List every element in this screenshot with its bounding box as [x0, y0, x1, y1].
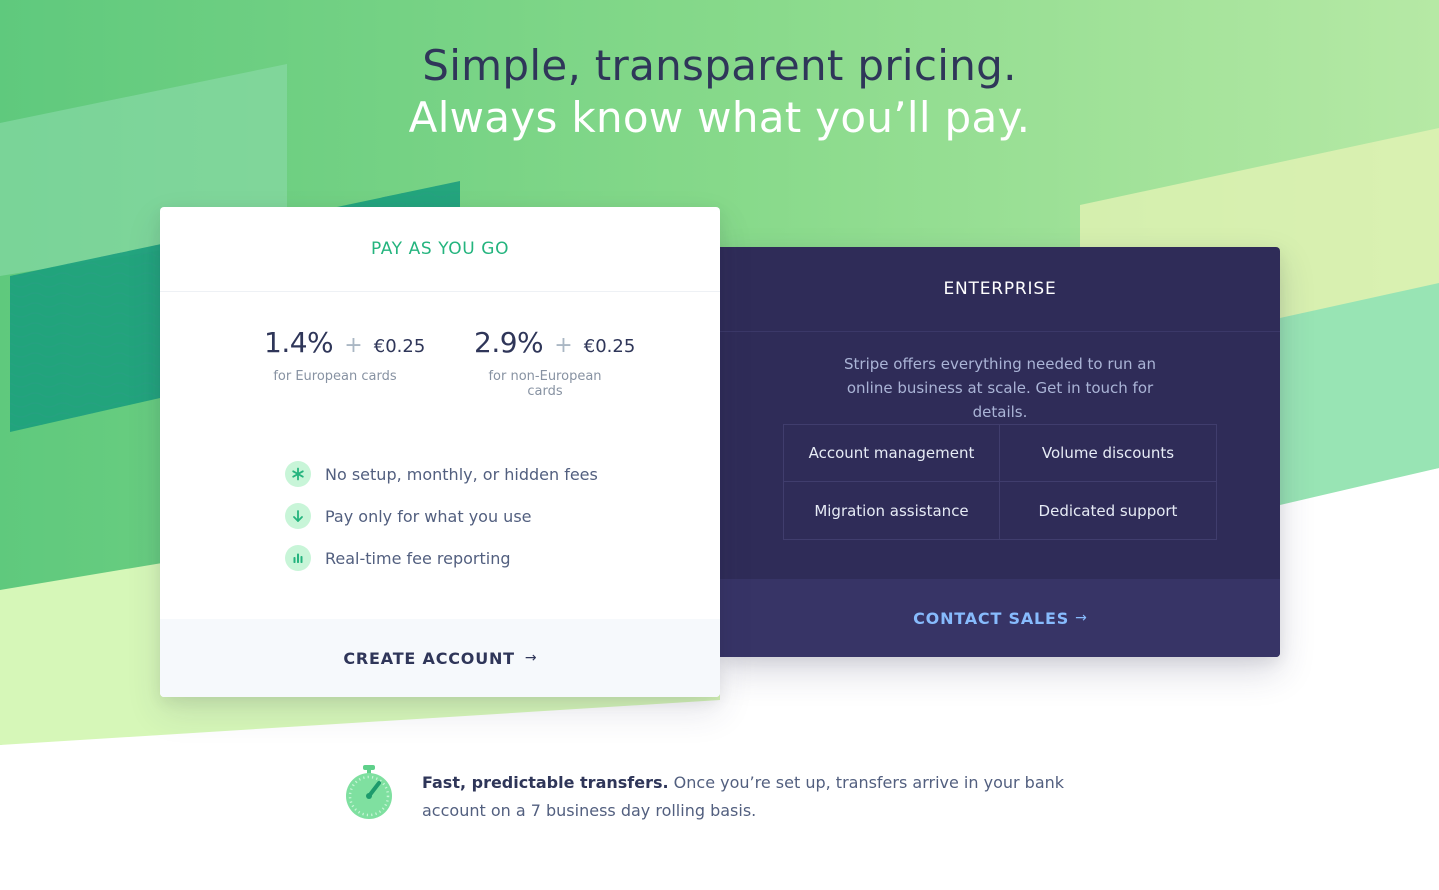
hero: Simple, transparent pricing. Always know… [0, 40, 1439, 144]
rate-european: 1.4% + €0.25 for European cards [264, 326, 425, 399]
pay-as-you-go-card: PAY AS YOU GO 1.4% + €0.25 for European … [160, 207, 720, 697]
feature-list: No setup, monthly, or hidden fees Pay on… [285, 461, 720, 571]
feature-label: Pay only for what you use [325, 506, 532, 526]
enterprise-description: Stripe offers everything needed to run a… [844, 355, 1156, 421]
feature-label: Real-time fee reporting [325, 548, 511, 568]
rates: 1.4% + €0.25 for European cards 2.9% + €… [160, 326, 720, 399]
asterisk-icon [285, 461, 311, 487]
plus-sign: + [344, 333, 363, 358]
rate-note: for European cards [273, 369, 397, 384]
feature-label: No setup, monthly, or hidden fees [325, 464, 598, 484]
feature-pay-for-use: Pay only for what you use [285, 503, 720, 529]
pay-as-you-go-header: PAY AS YOU GO [160, 207, 720, 292]
contact-sales-button[interactable]: CONTACT SALES → [720, 579, 1280, 657]
arrow-right-icon: → [524, 650, 537, 666]
transfers-heading: Fast, predictable transfers. [422, 773, 669, 792]
enterprise-feature-item: Account management [784, 425, 1000, 482]
feature-no-fees: No setup, monthly, or hidden fees [285, 461, 720, 487]
enterprise-header: ENTERPRISE [720, 247, 1280, 332]
arrow-right-icon: → [1075, 610, 1087, 626]
hero-subtitle: Always know what you’ll pay. [408, 93, 1031, 142]
enterprise-feature-item: Dedicated support [1038, 501, 1178, 520]
pay-as-you-go-title: PAY AS YOU GO [370, 239, 510, 259]
create-account-label: CREATE ACCOUNT [343, 648, 515, 668]
bar-chart-icon [285, 545, 311, 571]
plus-sign: + [554, 333, 573, 358]
hero-title: Simple, transparent pricing. [422, 41, 1017, 90]
create-account-button[interactable]: CREATE ACCOUNT → [160, 619, 720, 697]
enterprise-feature-item: Migration assistance [784, 482, 1000, 539]
contact-sales-label: CONTACT SALES [913, 608, 1070, 628]
rate-fixed-fee: €0.25 [583, 336, 636, 357]
enterprise-feature-item: Volume discounts [1000, 425, 1216, 482]
arrow-down-icon [285, 503, 311, 529]
stopwatch-icon [346, 765, 392, 819]
rate-note: for non-European cards [488, 369, 602, 399]
enterprise-features-grid: Account management Volume discounts Migr… [783, 424, 1217, 540]
rate-non-european: 2.9% + €0.25 for non-European cards [474, 326, 635, 399]
rate-fixed-fee: €0.25 [373, 336, 426, 357]
rate-percent: 1.4% [264, 326, 334, 359]
rate-percent: 2.9% [474, 326, 544, 359]
enterprise-title: ENTERPRISE [943, 279, 1057, 299]
enterprise-card: ENTERPRISE Stripe offers everything need… [720, 247, 1280, 657]
feature-fee-reporting: Real-time fee reporting [285, 545, 720, 571]
